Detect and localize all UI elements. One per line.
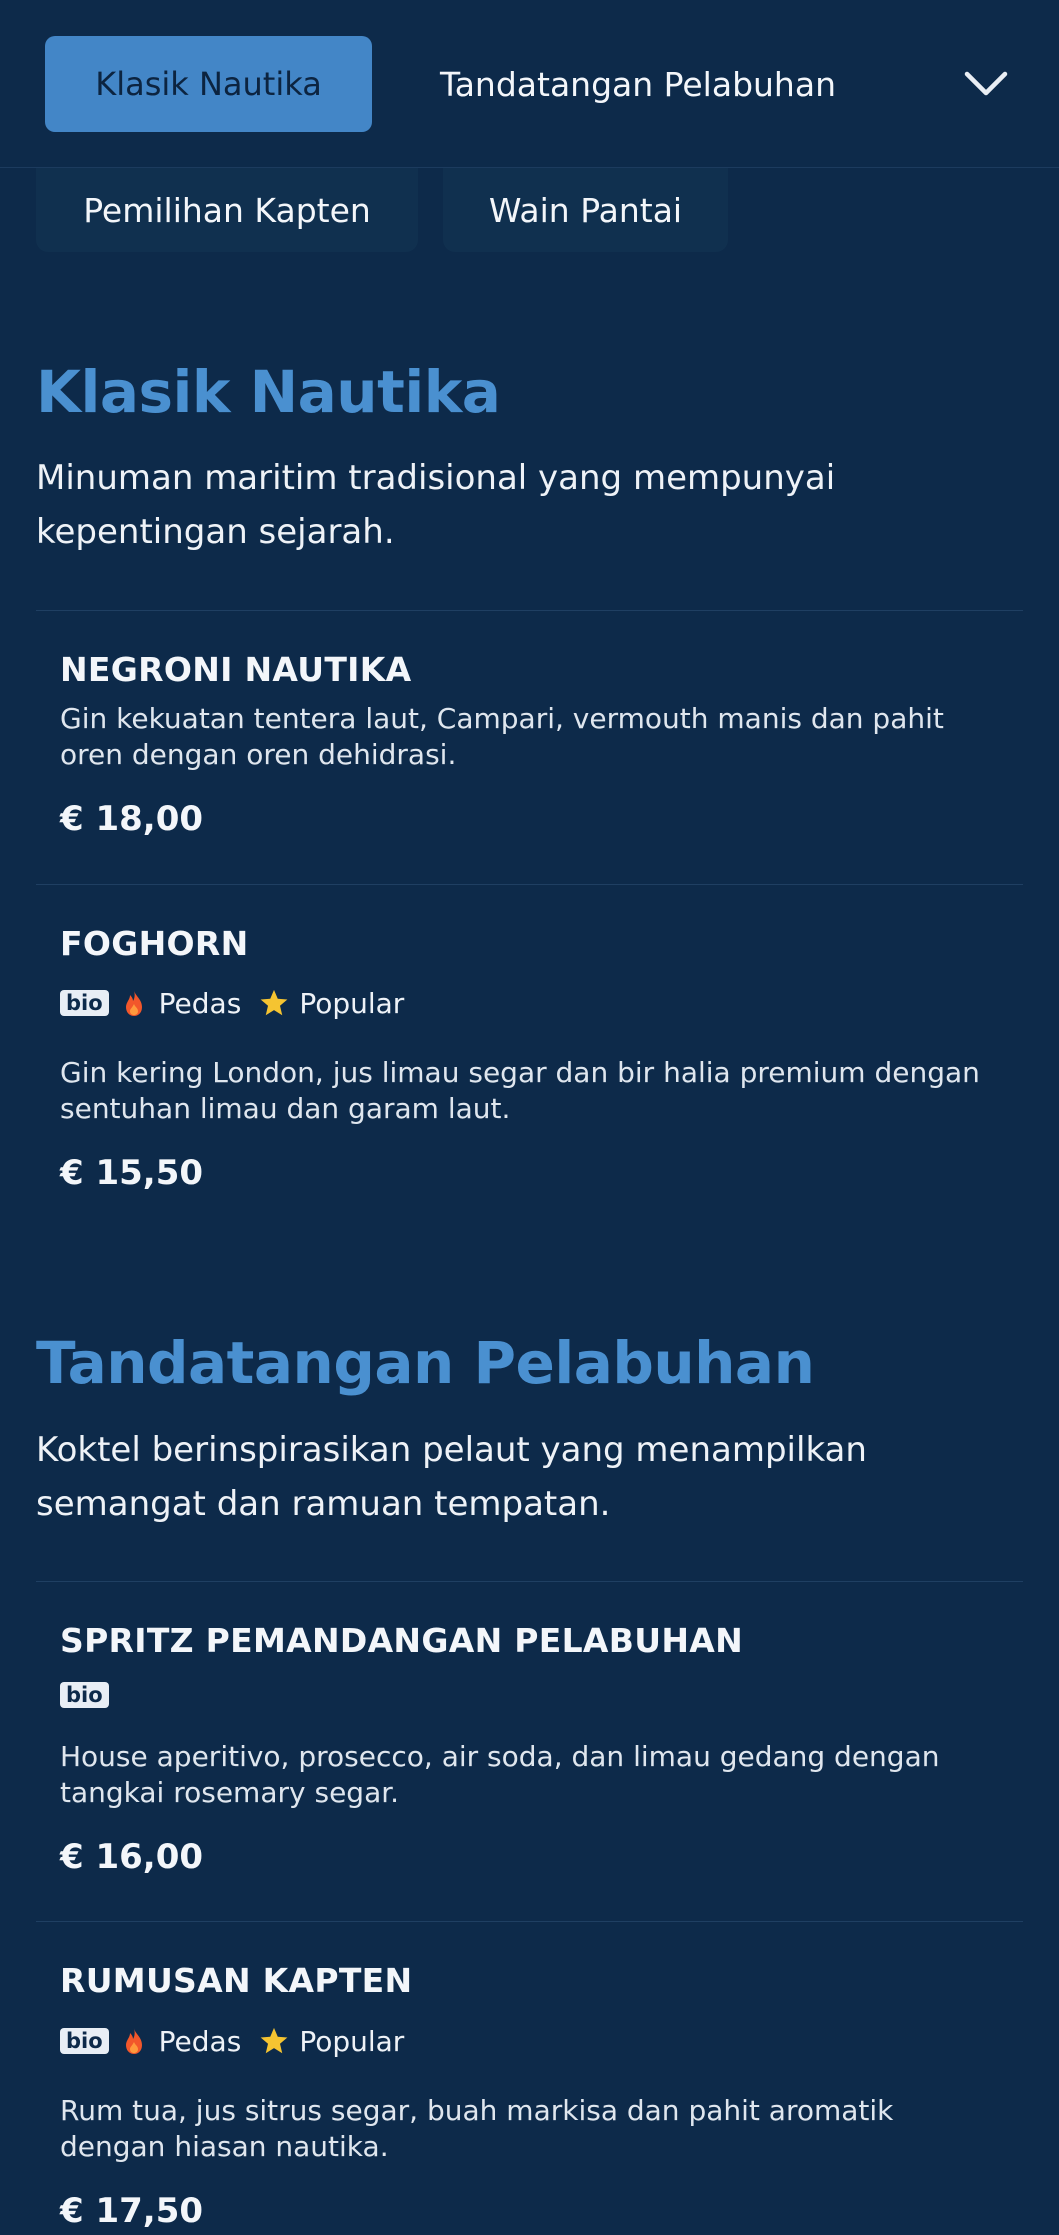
item-tags: bio Pedas Popular [60,985,404,1021]
star-icon [259,988,289,1018]
popular-label: Popular [299,2024,405,2058]
item-description: Rum tua, jus sitrus segar, buah markisa … [60,2094,894,2163]
spicy-label: Pedas [158,986,242,1020]
item-description: Gin kering London, jus limau segar dan b… [60,1056,980,1125]
bio-badge: bio [60,2028,109,2054]
flame-icon [119,2026,149,2056]
tab-klasik-nautika[interactable]: Klasik Nautika [45,36,372,132]
divider [36,1581,1023,1582]
category-nav: Klasik Nautika Tandatangan Pelabuhan [0,0,1059,168]
item-name: SPRITZ PEMANDANGAN PELABUHAN [60,1621,743,1660]
bio-badge: bio [60,1682,109,1708]
item-price: € 18,00 [60,799,204,839]
tab-wain-pantai[interactable]: Wain Pantai [443,168,728,252]
tab-tandatangan-pelabuhan[interactable]: Tandatangan Pelabuhan [440,36,836,132]
section-description: Minuman maritim tradisional yang mempuny… [36,458,836,552]
star-icon [259,2026,289,2056]
item-price: € 15,50 [60,1153,204,1193]
item-name: RUMUSAN KAPTEN [60,1961,413,2000]
section-description: Koktel berinspirasikan pelaut yang menam… [36,1430,867,1524]
section-title: Klasik Nautika [36,358,501,426]
item-tags: bio [60,1677,109,1713]
divider [36,884,1023,885]
item-tags: bio Pedas Popular [60,2023,404,2059]
item-price: € 17,50 [60,2191,204,2231]
chevron-down-icon[interactable] [960,58,1012,110]
item-price: € 16,00 [60,1837,204,1877]
divider [36,1921,1023,1922]
item-name: NEGRONI NAUTIKA [60,650,412,689]
spicy-label: Pedas [158,2024,242,2058]
tab-pemilihan-kapten[interactable]: Pemilihan Kapten [36,168,418,252]
popular-label: Popular [299,986,405,1020]
item-description: Gin kekuatan tentera laut, Campari, verm… [60,702,944,771]
section-title: Tandatangan Pelabuhan [36,1329,815,1397]
divider [36,610,1023,611]
item-description: House aperitivo, prosecco, air soda, dan… [60,1740,940,1809]
bio-badge: bio [60,990,109,1016]
item-name: FOGHORN [60,924,249,963]
flame-icon [119,988,149,1018]
